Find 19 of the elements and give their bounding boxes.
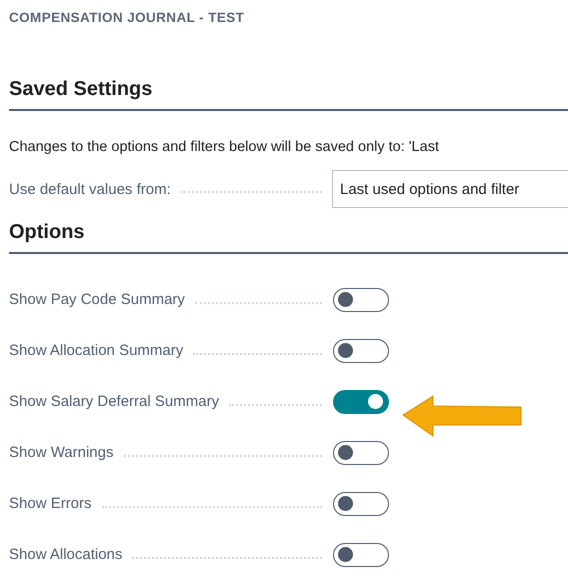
toggle-switch[interactable]: [333, 542, 389, 566]
section-heading: Saved Settings: [9, 78, 568, 111]
toggle-switch[interactable]: [333, 338, 389, 362]
info-text: Changes to the options and filters below will be saved only to: 'Last: [9, 139, 440, 155]
dropdown-field[interactable]: Last used options and filter: [332, 170, 568, 208]
option-label: Show Errors: [9, 495, 92, 512]
field-label: Use default values from:: [9, 180, 171, 198]
option-label: Show Allocations: [9, 546, 122, 563]
option-label: Show Allocation Summary: [9, 342, 184, 359]
toggle-switch[interactable]: [333, 492, 389, 516]
arrow-icon: [402, 395, 522, 437]
option-label: Show Salary Deferral Summary: [9, 393, 220, 410]
toggle-switch[interactable]: [333, 390, 389, 414]
toggle-switch[interactable]: [333, 288, 389, 312]
option-label: Show Pay Code Summary: [9, 291, 185, 308]
section-heading: Options: [9, 221, 568, 254]
toggle-switch[interactable]: [333, 440, 389, 464]
page-title: COMPENSATION JOURNAL - TEST: [9, 9, 246, 27]
option-label: Show Warnings: [9, 444, 114, 461]
